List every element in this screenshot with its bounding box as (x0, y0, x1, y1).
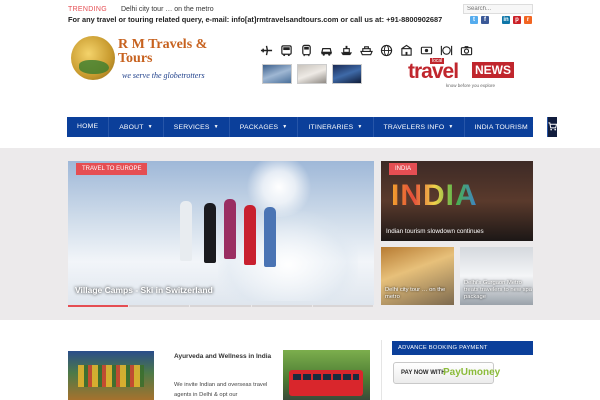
site-logo[interactable]: R M Travels & Tours we serve the globetr… (68, 34, 208, 90)
travel-news-banner[interactable]: travel local NEWS know before you explor… (408, 58, 516, 90)
chevron-down-icon: ▼ (282, 124, 288, 130)
india-artwork: INDIA (391, 179, 478, 212)
featured-title[interactable]: Delhi city tour … on the metro (385, 287, 454, 301)
featured-article-main[interactable]: TRAVEL TO EUROPE Village Camps - Ski in … (68, 161, 374, 305)
slider-dot[interactable] (251, 305, 312, 307)
top-bar: TRENDING Delhi city tour … on the metro … (0, 0, 600, 28)
logo-name: R M Travels & Tours (118, 37, 208, 66)
nav-item-travelers-info[interactable]: TRAVELERS INFO ▼ (374, 117, 465, 137)
booking-heading: ADVANCE BOOKING PAYMENT (392, 341, 533, 355)
skier-figure (180, 201, 192, 261)
skier-figure (244, 205, 256, 265)
featured-title[interactable]: Village Camps - Ski in Switzerland (75, 285, 213, 295)
slider-dot[interactable] (312, 305, 374, 307)
nav-label: INDIA TOURISM (474, 123, 528, 131)
ship-icon (360, 46, 373, 56)
nav-item-home[interactable]: HOME (67, 117, 110, 137)
image-pattern (78, 365, 144, 387)
destination-thumbnail[interactable] (262, 64, 292, 84)
slider-dot[interactable] (190, 305, 251, 307)
travelnews-tagline: know before you explore (446, 83, 496, 88)
travelnews-news-text: NEWS (472, 62, 514, 78)
search-input[interactable] (463, 4, 533, 14)
slider-dot[interactable] (68, 305, 129, 307)
article-excerpt: We invite Indian and overseas travel age… (174, 382, 268, 398)
dining-icon (440, 45, 453, 56)
nav-label: ABOUT (119, 123, 144, 131)
globe-logo-icon (71, 36, 115, 80)
featured-title[interactable]: Indian tourism slowdown continues (386, 228, 484, 235)
linkedin-icon[interactable]: in (502, 16, 510, 24)
logo-tagline: we serve the globetrotters (122, 71, 205, 80)
nav-item-india-tourism[interactable]: INDIA TOURISM ▼ (465, 117, 548, 137)
skier-figure (204, 203, 216, 263)
money-icon (420, 46, 433, 55)
category-badge[interactable]: INDIA (389, 163, 418, 175)
featured-article-spa[interactable]: Delhi's Gurgaon Metro treats travelers t… (460, 247, 533, 305)
nav-label: HOME (77, 123, 99, 130)
rss-icon[interactable]: r (524, 16, 532, 24)
slider-dot[interactable] (129, 305, 190, 307)
ayurveda-thumbnail[interactable] (68, 351, 154, 400)
train-icon (302, 44, 311, 57)
chevron-down-icon: ▼ (531, 124, 537, 130)
nav-label: PACKAGES (239, 123, 279, 131)
skier-figure (224, 199, 236, 259)
skier-figure (264, 207, 276, 267)
main-navigation: HOME ABOUT ▼ SERVICES ▼ PACKAGES ▼ ITINERAR… (67, 117, 558, 137)
camera-icon (460, 46, 473, 56)
hotel-icon (401, 44, 412, 56)
car-icon (321, 48, 332, 56)
nav-item-packages[interactable]: PACKAGES ▼ (230, 117, 299, 137)
category-badge[interactable]: TRAVEL TO EUROPE (76, 163, 148, 175)
slider-pagination (68, 305, 374, 307)
bus-windows (293, 374, 359, 380)
payumoney-button[interactable]: PAY NOW WITH PayUmoney (393, 362, 500, 384)
airplane-icon (260, 45, 273, 56)
chevron-down-icon: ▼ (448, 124, 454, 130)
cruise-icon (340, 45, 353, 56)
bus-tour-thumbnail[interactable] (283, 350, 370, 400)
chevron-down-icon: ▼ (147, 124, 153, 130)
travelnews-local-badge: local (430, 58, 445, 64)
featured-article-india[interactable]: INDIA INDIA Indian tourism slowdown cont… (381, 161, 533, 241)
twitter-icon[interactable]: t (470, 16, 478, 24)
nav-item-services[interactable]: SERVICES ▼ (164, 117, 230, 137)
chevron-down-icon: ▼ (357, 124, 363, 130)
nav-label: TRAVELERS INFO (383, 123, 445, 131)
featured-title[interactable]: Delhi's Gurgaon Metro treats travelers t… (464, 280, 533, 301)
nav-item-itineraries[interactable]: ITINERARIES ▼ (298, 117, 374, 137)
pinterest-icon[interactable]: p (513, 16, 521, 24)
article-title[interactable]: Ayurveda and Wellness in India (174, 352, 274, 362)
contact-info: For any travel or touring related query,… (68, 15, 443, 24)
destination-thumbnail[interactable] (297, 64, 327, 84)
facebook-icon[interactable]: f (481, 16, 489, 24)
nav-label: SERVICES (173, 123, 210, 131)
pay-now-label: PAY NOW WITH (401, 370, 446, 376)
featured-article-delhi[interactable]: Delhi city tour … on the metro (381, 247, 454, 305)
services-icon-row (260, 44, 473, 58)
payumoney-logo: PayUmoney (443, 367, 501, 378)
cart-icon[interactable] (548, 117, 558, 137)
bus-icon (281, 45, 292, 57)
trending-link[interactable]: Delhi city tour … on the metro (121, 6, 214, 13)
trending-label: TRENDING (68, 6, 107, 13)
destination-thumbnail[interactable] (332, 64, 362, 84)
sidebar-divider (381, 340, 382, 400)
chevron-down-icon: ▼ (213, 124, 219, 130)
snow-splash (218, 211, 358, 301)
nav-item-about[interactable]: ABOUT ▼ (109, 117, 164, 137)
nav-label: ITINERARIES (308, 123, 354, 131)
ski-photo (68, 161, 374, 305)
globe-icon (380, 44, 393, 57)
